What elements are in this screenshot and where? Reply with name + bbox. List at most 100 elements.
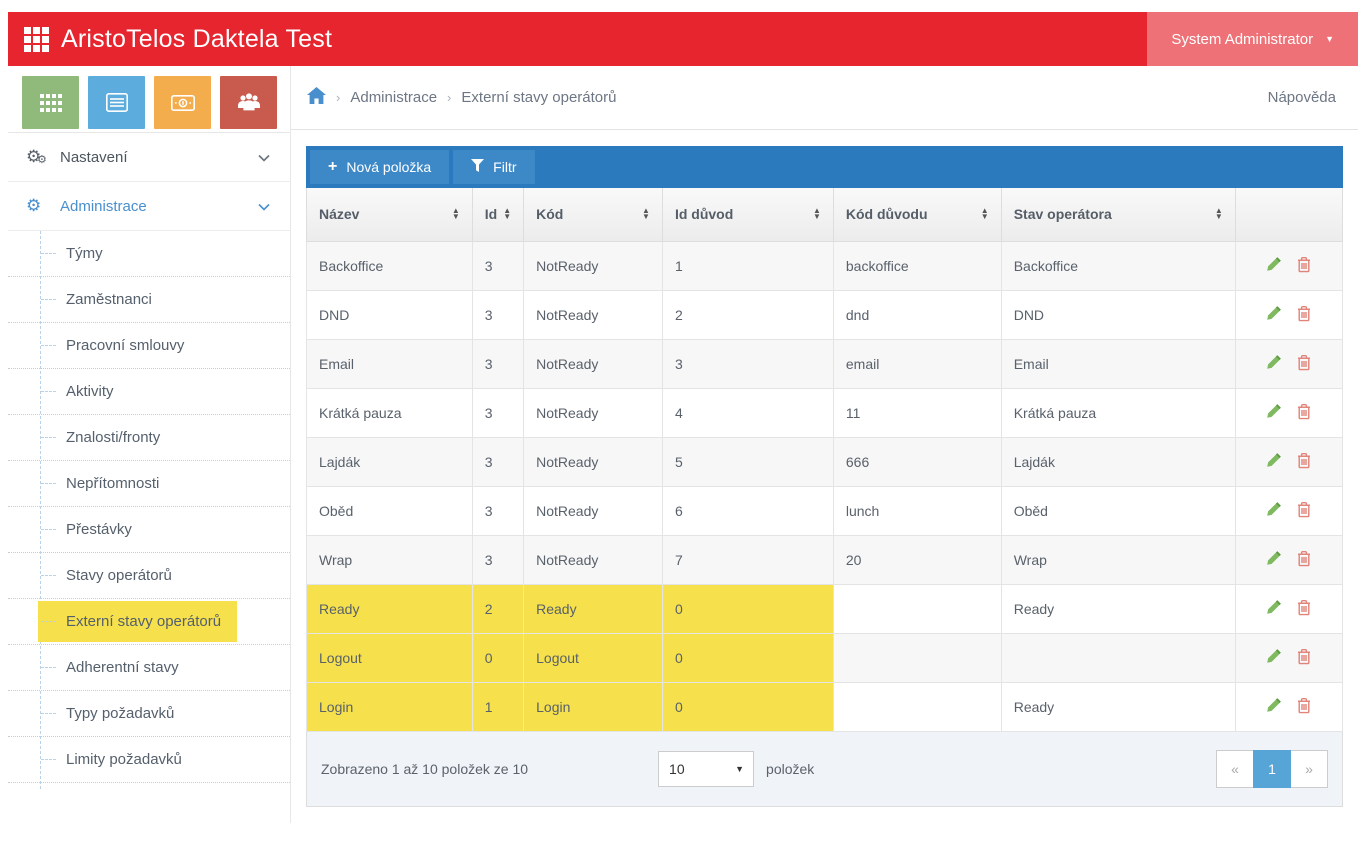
home-icon[interactable] bbox=[307, 87, 326, 108]
delete-trash-icon[interactable] bbox=[1296, 550, 1312, 570]
cell-kod: NotReady bbox=[524, 388, 663, 437]
sidebar: ⚙⚙ Nastavení ⚙ Administrace Týmy Zaměstna… bbox=[8, 66, 291, 823]
sort-icon[interactable]: ▲▼ bbox=[452, 208, 460, 220]
delete-trash-icon[interactable] bbox=[1296, 599, 1312, 619]
breadcrumb-item-administrace[interactable]: Administrace bbox=[350, 89, 437, 106]
delete-trash-icon[interactable] bbox=[1296, 403, 1312, 423]
row-actions bbox=[1235, 437, 1342, 486]
chevron-down-icon bbox=[258, 198, 270, 215]
app-grid-logo-icon bbox=[24, 27, 49, 52]
sidebar-item-label: Pracovní smlouvy bbox=[66, 337, 184, 354]
sort-icon[interactable]: ▲▼ bbox=[813, 208, 821, 220]
cell-id-duvod: 6 bbox=[662, 486, 833, 535]
sort-icon[interactable]: ▲▼ bbox=[981, 208, 989, 220]
sort-icon[interactable]: ▲▼ bbox=[642, 208, 650, 220]
cell-id: 3 bbox=[472, 339, 523, 388]
edit-pencil-icon[interactable] bbox=[1266, 648, 1282, 667]
sidebar-item-stavy-operatoru[interactable]: Stavy operátorů bbox=[8, 553, 290, 599]
sidebar-item-tymy[interactable]: Týmy bbox=[8, 231, 290, 277]
sidebar-item-label: Aktivity bbox=[66, 383, 114, 400]
cell-kod: NotReady bbox=[524, 486, 663, 535]
cell-nazev: Login bbox=[307, 682, 473, 731]
delete-trash-icon[interactable] bbox=[1296, 501, 1312, 521]
cell-stav-operatora: Krátká pauza bbox=[1001, 388, 1235, 437]
edit-pencil-icon[interactable] bbox=[1266, 403, 1282, 422]
filter-button[interactable]: Filtr bbox=[453, 150, 534, 184]
sidebar-item-externi-stavy-operatoru[interactable]: Externí stavy operátorů bbox=[8, 599, 290, 645]
cell-kod: Login bbox=[524, 682, 663, 731]
sidebar-item-label: Znalosti/fronty bbox=[66, 429, 160, 446]
cell-nazev: Lajdák bbox=[307, 437, 473, 486]
cell-id: 3 bbox=[472, 388, 523, 437]
money-app-button[interactable] bbox=[154, 76, 211, 129]
cell-id: 1 bbox=[472, 682, 523, 731]
cell-nazev: Ready bbox=[307, 584, 473, 633]
delete-trash-icon[interactable] bbox=[1296, 354, 1312, 374]
cell-nazev: Email bbox=[307, 339, 473, 388]
page-size-select[interactable]: 10 bbox=[658, 751, 754, 787]
sidebar-item-typy-pozadavku[interactable]: Typy požadavků bbox=[8, 691, 290, 737]
help-link[interactable]: Nápověda bbox=[1268, 89, 1336, 106]
delete-trash-icon[interactable] bbox=[1296, 452, 1312, 472]
edit-pencil-icon[interactable] bbox=[1266, 256, 1282, 275]
edit-pencil-icon[interactable] bbox=[1266, 354, 1282, 373]
column-header-stav-operatora[interactable]: Stav operátora▲▼ bbox=[1001, 188, 1235, 241]
sidebar-item-nepritomnosti[interactable]: Nepřítomnosti bbox=[8, 461, 290, 507]
sidebar-item-administrace[interactable]: ⚙ Administrace bbox=[8, 182, 290, 231]
sidebar-item-adherentni-stavy[interactable]: Adherentní stavy bbox=[8, 645, 290, 691]
new-item-button[interactable]: + Nová položka bbox=[310, 150, 449, 184]
cell-stav-operatora: Email bbox=[1001, 339, 1235, 388]
cell-kod-duvodu: 20 bbox=[833, 535, 1001, 584]
column-header-id[interactable]: Id▲▼ bbox=[472, 188, 523, 241]
cell-kod-duvodu: dnd bbox=[833, 290, 1001, 339]
caret-down-icon: ▼ bbox=[1325, 35, 1334, 44]
pagination-next-button[interactable]: » bbox=[1290, 750, 1328, 788]
cell-id-duvod: 2 bbox=[662, 290, 833, 339]
edit-pencil-icon[interactable] bbox=[1266, 305, 1282, 324]
app-switcher bbox=[8, 66, 290, 133]
people-app-button[interactable] bbox=[220, 76, 277, 129]
column-header-kod[interactable]: Kód▲▼ bbox=[524, 188, 663, 241]
list-app-button[interactable] bbox=[88, 76, 145, 129]
cell-stav-operatora: Backoffice bbox=[1001, 241, 1235, 290]
cell-kod-duvodu bbox=[833, 633, 1001, 682]
cell-kod: NotReady bbox=[524, 339, 663, 388]
sort-icon[interactable]: ▲▼ bbox=[1215, 208, 1223, 220]
sidebar-item-zamestnanci[interactable]: Zaměstnanci bbox=[8, 277, 290, 323]
pagination-prev-button[interactable]: « bbox=[1216, 750, 1254, 788]
cell-stav-operatora: Ready bbox=[1001, 584, 1235, 633]
edit-pencil-icon[interactable] bbox=[1266, 697, 1282, 716]
column-header-id-duvod[interactable]: Id důvod▲▼ bbox=[662, 188, 833, 241]
delete-trash-icon[interactable] bbox=[1296, 697, 1312, 717]
edit-pencil-icon[interactable] bbox=[1266, 599, 1282, 618]
cell-nazev: Krátká pauza bbox=[307, 388, 473, 437]
sidebar-item-limity-pozadavku[interactable]: Limity požadavků bbox=[8, 737, 290, 783]
table-row: Krátká pauza3NotReady411Krátká pauza bbox=[307, 388, 1343, 437]
table-row: Ready2Ready0Ready bbox=[307, 584, 1343, 633]
sidebar-item-prestavky[interactable]: Přestávky bbox=[8, 507, 290, 553]
delete-trash-icon[interactable] bbox=[1296, 305, 1312, 325]
grid-app-button[interactable] bbox=[22, 76, 79, 129]
cell-id-duvod: 4 bbox=[662, 388, 833, 437]
sort-icon[interactable]: ▲▼ bbox=[503, 208, 511, 220]
sidebar-item-label: Administrace bbox=[60, 198, 147, 215]
sidebar-item-pracovni-smlouvy[interactable]: Pracovní smlouvy bbox=[8, 323, 290, 369]
sidebar-item-znalosti-fronty[interactable]: Znalosti/fronty bbox=[8, 415, 290, 461]
cell-nazev: Logout bbox=[307, 633, 473, 682]
pagination-page-1-button[interactable]: 1 bbox=[1253, 750, 1291, 788]
sidebar-item-aktivity[interactable]: Aktivity bbox=[8, 369, 290, 415]
cell-id: 3 bbox=[472, 535, 523, 584]
delete-trash-icon[interactable] bbox=[1296, 256, 1312, 276]
sidebar-item-label: Týmy bbox=[66, 245, 103, 262]
table-row: DND3NotReady2dndDND bbox=[307, 290, 1343, 339]
column-header-nazev[interactable]: Název▲▼ bbox=[307, 188, 473, 241]
user-menu[interactable]: System Administrator ▼ bbox=[1147, 12, 1358, 66]
edit-pencil-icon[interactable] bbox=[1266, 550, 1282, 569]
delete-trash-icon[interactable] bbox=[1296, 648, 1312, 668]
edit-pencil-icon[interactable] bbox=[1266, 501, 1282, 520]
sidebar-item-nastaveni[interactable]: ⚙⚙ Nastavení bbox=[8, 133, 290, 182]
table-toolbar: + Nová položka Filtr bbox=[306, 146, 1343, 188]
column-header-kod-duvodu[interactable]: Kód důvodu▲▼ bbox=[833, 188, 1001, 241]
edit-pencil-icon[interactable] bbox=[1266, 452, 1282, 471]
cell-kod: Ready bbox=[524, 584, 663, 633]
